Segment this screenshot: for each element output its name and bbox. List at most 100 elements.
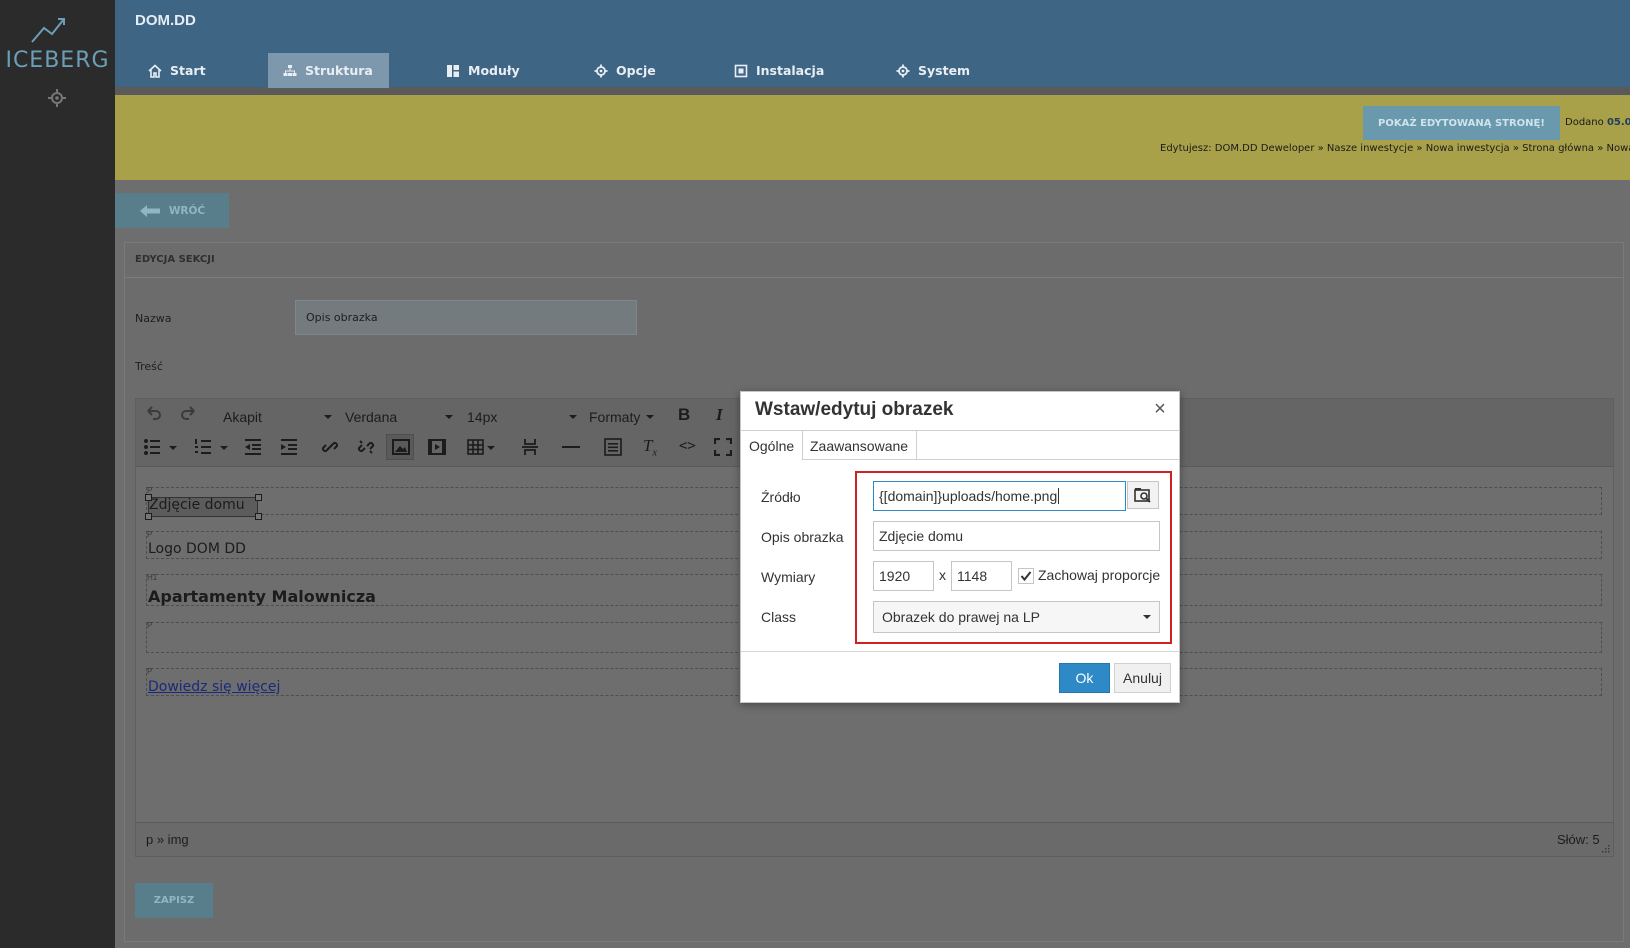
panel-title: EDYCJA SEKCJI [135,254,215,265]
save-button[interactable]: ZAPISZ [135,883,213,918]
formats-value: Formaty [589,409,641,425]
ok-button[interactable]: Ok [1059,663,1110,693]
dialog-title: Wstaw/edytuj obrazek [755,399,954,420]
code-icon[interactable]: <> [679,438,696,454]
dimension-separator: x [939,567,946,583]
tab-label: Struktura [305,63,373,78]
gear-icon [594,64,608,77]
tab-system[interactable]: System [881,53,986,88]
added-label: Dodano [1565,117,1604,128]
added-info: Dodano 05.0 [1565,117,1630,128]
image-alt-text: Logo DOM DD [148,541,246,557]
class-value: Obrazek do prawej na LP [882,609,1040,625]
heading-text: Apartamenty Malownicza [148,587,376,606]
class-select[interactable]: Obrazek do prawej na LP [873,601,1160,633]
editor-statusbar [136,822,1613,856]
source-value: {[domain]}uploads/home.png [879,488,1058,504]
site-name: DOM.DD [135,12,196,29]
fullscreen-icon[interactable] [714,438,732,456]
page-break-icon[interactable] [521,438,539,456]
formats-select[interactable]: Formaty [589,409,655,425]
arrow-left-icon [139,204,160,217]
tab-label: Moduły [468,63,520,78]
resize-handle[interactable] [255,513,262,520]
checkmark-icon [1020,571,1032,582]
caret-down-icon [646,415,655,419]
tab-label: Instalacja [756,63,825,78]
block-format-value: Akapit [223,409,262,425]
caret-down-icon [569,415,578,419]
text-cursor [1058,488,1060,504]
sidebar [0,0,115,948]
table-icon[interactable] [467,438,497,456]
block-tag: H1 [147,573,158,582]
tab-moduly[interactable]: Moduły [431,53,536,88]
content-label: Treść [135,360,163,373]
bold-icon[interactable]: B [678,405,690,425]
numbered-list-icon[interactable] [194,438,230,456]
name-input[interactable]: Opis obrazka [295,300,637,335]
height-input[interactable]: 1148 [951,561,1012,591]
source-input[interactable]: {[domain]}uploads/home.png [873,481,1126,511]
class-label: Class [761,609,797,625]
italic-icon[interactable]: I [716,405,723,425]
home-icon [148,63,162,78]
back-button[interactable]: WRÓĆ [115,193,229,228]
undo-icon[interactable] [144,404,162,422]
alt-label: Opis obrazka [761,529,844,545]
install-icon [734,64,748,77]
element-path[interactable]: p » img [146,832,189,847]
keep-ratio-label[interactable]: Zachowaj proporcje [1038,567,1160,583]
caret-down-icon [445,415,454,419]
font-family-select[interactable]: Verdana [345,409,454,425]
browse-image-icon [1134,488,1151,503]
image-alt-text: Zdjęcie domu [149,497,245,513]
show-page-button[interactable]: POKAŻ EDYTOWANĄ STRONĘ! [1363,106,1560,140]
browse-button[interactable] [1127,481,1159,509]
resize-handle[interactable] [255,494,262,501]
resize-handle[interactable] [145,494,152,501]
tab-advanced[interactable]: Zaawansowane [802,431,918,460]
cancel-button[interactable]: Anuluj [1114,663,1171,693]
horizontal-rule-icon[interactable] [562,446,580,448]
unlink-icon[interactable] [357,438,375,456]
learn-more-link[interactable]: Dowiedz się więcej [148,679,280,695]
tab-label: Start [170,63,206,78]
link-icon[interactable] [321,438,339,456]
block-tag: P [147,530,153,539]
resize-grip-icon[interactable] [1600,843,1610,853]
tab-instalacja[interactable]: Instalacja [719,53,840,88]
tab-start[interactable]: Start [133,53,222,88]
keep-ratio-checkbox[interactable] [1018,568,1034,584]
image-icon [392,439,410,455]
image-button[interactable] [386,434,414,460]
added-date: 05.0 [1606,117,1630,128]
bullet-list-icon[interactable] [143,438,179,456]
special-char-icon[interactable] [604,438,622,456]
block-format-select[interactable]: Akapit [223,409,332,425]
clear-format-icon[interactable]: Tx [643,436,657,458]
indent-icon[interactable] [280,438,298,456]
source-label: Źródło [761,489,801,505]
chart-line-icon [31,18,65,43]
tab-opcje[interactable]: Opcje [579,53,672,88]
logo[interactable]: ICEBERG [0,48,115,73]
gear-icon [896,64,910,77]
outdent-icon[interactable] [244,438,262,456]
resize-handle[interactable] [145,513,152,520]
caret-down-icon [1143,615,1151,619]
sitemap-icon [283,64,297,76]
dimensions-label: Wymiary [761,569,816,585]
font-size-select[interactable]: 14px [467,409,578,425]
close-icon[interactable]: × [1151,399,1169,419]
gear-icon[interactable] [47,88,67,108]
media-icon[interactable] [428,439,446,455]
alt-input[interactable]: Zdjęcie domu [873,521,1160,551]
redo-icon[interactable] [180,404,198,422]
width-input[interactable]: 1920 [873,561,934,591]
block-tag: P [147,621,153,630]
tab-struktura[interactable]: Struktura [268,53,389,88]
font-size-value: 14px [467,409,498,425]
tab-general[interactable]: Ogólne [741,431,804,460]
caret-down-icon [323,415,332,419]
